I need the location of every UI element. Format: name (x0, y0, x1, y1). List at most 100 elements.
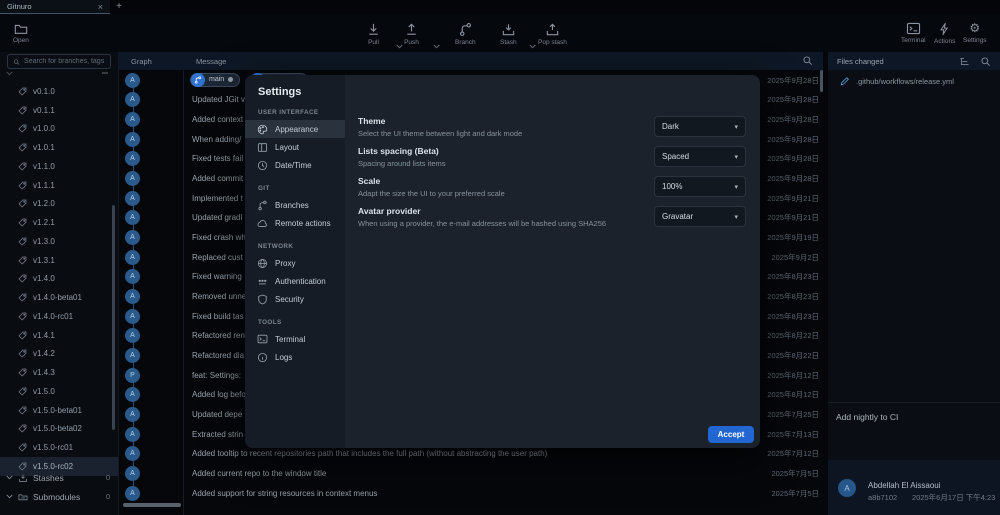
option-description: Select the UI theme between light and da… (358, 129, 644, 138)
sidebar-item-tag[interactable]: v0.1.1 (0, 101, 118, 120)
option-dropdown[interactable]: Spaced ▾ (654, 146, 746, 167)
sidebar-item-tag[interactable]: v1.0.1 (0, 138, 118, 157)
commit-avatar-node[interactable]: A (125, 171, 140, 186)
commit-avatar-node[interactable]: A (125, 407, 140, 422)
option-dropdown[interactable]: 100% ▾ (654, 176, 746, 197)
branch-button[interactable]: Branch (455, 22, 476, 46)
commit-avatar-node[interactable]: A (125, 348, 140, 363)
commit-avatar-node[interactable]: A (125, 466, 140, 481)
settings-nav-layout[interactable]: Layout (245, 138, 345, 156)
stash-button[interactable]: Stash (500, 22, 517, 46)
tag-label: v1.4.0-beta01 (33, 293, 82, 302)
settings-nav-proxy[interactable]: Proxy (245, 254, 345, 272)
commit-row[interactable]: Added current repo to the window title 2… (184, 464, 824, 484)
sidebar-item-tag[interactable]: v0.1.0 (0, 82, 118, 101)
pop-stash-button[interactable]: Pop stash (538, 22, 567, 46)
sidebar-item-tag[interactable]: v1.2.0 (0, 195, 118, 214)
accept-button[interactable]: Accept (708, 426, 754, 443)
open-repository-button[interactable]: Open (13, 22, 29, 44)
commit-avatar-node[interactable]: A (125, 151, 140, 166)
branch-badge-main[interactable]: main (190, 73, 240, 87)
graph-horizontal-scrollbar[interactable] (123, 503, 181, 507)
sidebar-item-tag[interactable]: v1.4.0-rc01 (0, 307, 118, 326)
option-dropdown[interactable]: Dark ▾ (654, 116, 746, 137)
terminal-button[interactable]: Terminal (901, 22, 926, 44)
pull-chevron-down-icon[interactable] (396, 44, 403, 49)
settings-button[interactable]: ⚙ Settings (963, 22, 987, 44)
settings-nav-security[interactable]: Security (245, 290, 345, 308)
commit-avatar-node[interactable]: A (125, 92, 140, 107)
commit-message-box[interactable]: Add nightly to CI (828, 402, 1000, 460)
settings-nav-date-time[interactable]: Date/Time (245, 156, 345, 174)
push-chevron-down-icon[interactable] (433, 44, 440, 49)
sidebar-item-stashes[interactable]: Stashes 0 (0, 468, 118, 487)
actions-button[interactable]: Actions (934, 22, 955, 45)
tag-label: v1.5.0-beta01 (33, 406, 82, 415)
repo-tab[interactable]: Gitnuro × (0, 0, 110, 14)
commit-avatar-node[interactable]: A (125, 230, 140, 245)
files-changed-header: Files changed (828, 52, 1000, 70)
sidebar-item-tag[interactable]: v1.3.1 (0, 251, 118, 270)
commit-avatar-node[interactable]: A (125, 132, 140, 147)
sidebar-item-tag[interactable]: v1.4.1 (0, 326, 118, 345)
sidebar-item-tag[interactable]: v1.1.0 (0, 157, 118, 176)
sidebar-item-tag[interactable]: v1.5.0-beta02 (0, 420, 118, 439)
commit-avatar-node[interactable]: A (125, 250, 140, 265)
tag-icon (18, 368, 27, 377)
push-button[interactable]: Push (404, 22, 419, 46)
changed-file-path: .github/workflows/release.yml (856, 77, 954, 86)
settings-nav-appearance[interactable]: Appearance (245, 120, 345, 138)
sidebar-item-tag[interactable]: v1.3.0 (0, 232, 118, 251)
tree-view-icon[interactable] (959, 56, 970, 67)
commit-avatar-node[interactable]: A (125, 486, 140, 501)
sidebar-search-input[interactable] (24, 58, 105, 65)
commit-avatar-node[interactable]: P (125, 368, 140, 383)
settings-nav-authentication[interactable]: Authentication (245, 272, 345, 290)
sidebar-item-tag[interactable]: v1.0.0 (0, 120, 118, 139)
sidebar-search[interactable] (7, 54, 111, 69)
graph-row: A (118, 405, 183, 425)
settings-nav-terminal[interactable]: Terminal (245, 330, 345, 348)
sidebar-item-tag[interactable]: v1.4.3 (0, 363, 118, 382)
sidebar-item-tag[interactable]: v1.4.2 (0, 345, 118, 364)
commit-message: Added support for string resources in co… (192, 489, 761, 498)
sidebar-item-tag[interactable]: v1.1.1 (0, 176, 118, 195)
close-tab-icon[interactable]: × (98, 2, 103, 12)
commit-avatar-node[interactable]: A (125, 309, 140, 324)
shield-icon (257, 294, 268, 305)
commit-avatar-node[interactable]: A (125, 269, 140, 284)
log-search-icon[interactable] (802, 55, 813, 66)
commit-date: 2025年8月23日 (767, 311, 819, 322)
commit-avatar-node[interactable]: A (125, 446, 140, 461)
commit-avatar-node[interactable]: A (125, 289, 140, 304)
new-tab-button[interactable]: + (110, 0, 128, 14)
settings-nav-remote-actions[interactable]: Remote actions (245, 214, 345, 232)
commit-avatar-node[interactable]: A (125, 328, 140, 343)
sidebar-item-submodules[interactable]: Submodules 0 (0, 487, 118, 506)
commit-avatar-node[interactable]: A (125, 210, 140, 225)
sidebar-item-tag[interactable]: v1.5.0-beta01 (0, 401, 118, 420)
submodules-label: Submodules (33, 492, 80, 502)
settings-nav-branches[interactable]: Branches (245, 196, 345, 214)
sidebar-item-tag[interactable]: v1.5.0 (0, 382, 118, 401)
changed-file-row[interactable]: .github/workflows/release.yml (828, 70, 1000, 86)
sidebar-item-tag[interactable]: v1.5.0-rc01 (0, 438, 118, 457)
commit-avatar-node[interactable]: A (125, 427, 140, 442)
commit-avatar-node[interactable]: A (125, 191, 140, 206)
commit-avatar-node[interactable]: A (125, 112, 140, 127)
commit-avatar-node[interactable]: A (125, 73, 140, 88)
graph-row: A (118, 385, 183, 405)
commit-message: Added current repo to the window title (192, 469, 761, 478)
option-dropdown[interactable]: Gravatar ▾ (654, 206, 746, 227)
sidebar-scrollbar[interactable] (112, 205, 115, 430)
settings-option-row: Theme Select the UI theme between light … (358, 116, 746, 138)
stash-chevron-down-icon[interactable] (529, 44, 536, 49)
search-icon[interactable] (980, 56, 991, 67)
sidebar-item-tag[interactable]: v1.4.0 (0, 270, 118, 289)
commit-row[interactable]: Added support for string resources in co… (184, 483, 824, 503)
pull-button[interactable]: Pull (366, 22, 381, 46)
settings-nav-logs[interactable]: Logs (245, 348, 345, 366)
sidebar-item-tag[interactable]: v1.2.1 (0, 213, 118, 232)
sidebar-item-tag[interactable]: v1.4.0-beta01 (0, 288, 118, 307)
commit-avatar-node[interactable]: A (125, 387, 140, 402)
